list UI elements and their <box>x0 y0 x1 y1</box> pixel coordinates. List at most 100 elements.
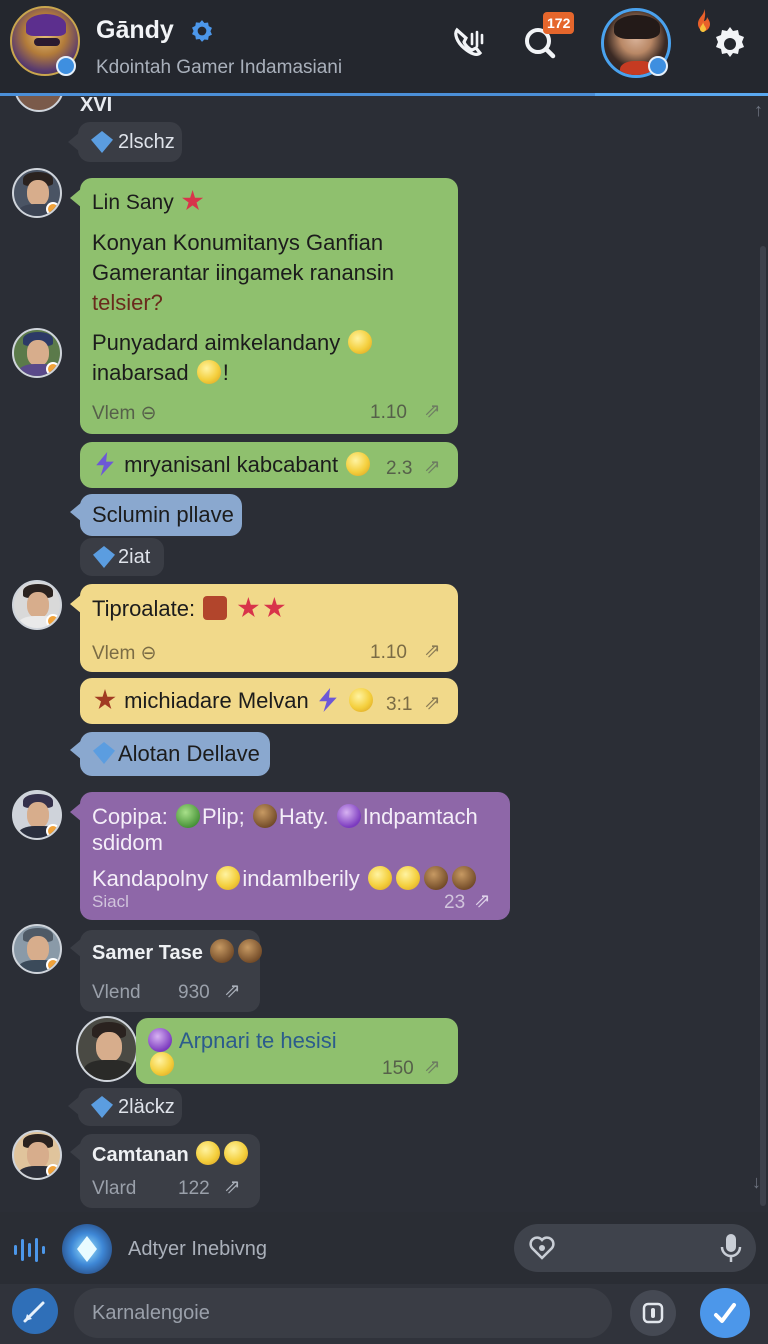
top-input-placeholder[interactable]: Adtyer Inebivng <box>128 1238 267 1261</box>
message-input-placeholder: Karnalengoie <box>92 1302 210 1324</box>
message-time: 3:1 <box>386 694 413 715</box>
avatar[interactable] <box>12 790 62 840</box>
message-bubble[interactable]: Sclumin pllave <box>80 494 242 536</box>
send-icon <box>714 1303 736 1323</box>
attach-button[interactable] <box>630 1290 676 1336</box>
message-time: 1.10 <box>370 642 407 663</box>
message-text: Camtanan <box>92 1140 250 1170</box>
orb-icon <box>148 1028 172 1052</box>
scrollbar[interactable] <box>760 246 766 1206</box>
system-message-text: 2lschz <box>118 131 175 153</box>
message-line: Konyan Konumitanys Ganfian <box>92 230 384 255</box>
message-bubble[interactable]: Camtanan Vlard 122 ⇗ <box>80 1134 260 1208</box>
message-line: Gamerantar iingamek ranansin <box>92 260 395 285</box>
message-status: Vlend <box>92 982 141 1003</box>
smile-emoji <box>367 866 392 890</box>
scroll-down-icon[interactable]: ↓ <box>752 1172 761 1193</box>
gem-icon <box>91 1096 113 1118</box>
face-emoji <box>238 939 263 963</box>
face-emoji <box>210 939 235 963</box>
message-status: Siacl <box>92 892 129 911</box>
chat-title[interactable]: Gāndy <box>96 16 174 45</box>
message-status: Vlard <box>92 1178 137 1199</box>
smile-emoji <box>346 452 371 476</box>
gem-icon <box>93 546 115 568</box>
message-text: Tiproalate: <box>92 594 287 624</box>
heart-icon[interactable] <box>528 1234 556 1262</box>
system-message: 2läckz <box>78 1088 182 1126</box>
avatar[interactable] <box>76 1016 138 1082</box>
chest-icon <box>203 596 228 620</box>
message-input[interactable]: Karnalengoie <box>74 1288 612 1338</box>
message-bubble[interactable]: Samer Tase Vlend 930 ⇗ <box>80 930 263 1012</box>
avatar[interactable] <box>12 328 62 378</box>
message-bubble[interactable]: mryanisanl kabcabant 2.3 ⇗ <box>80 442 458 488</box>
message-time: 2.3 <box>386 458 413 479</box>
sender-name: Lin Sany <box>92 188 206 218</box>
chat-header: Gāndy Kdointah Gamer Indamasiani 172 <box>0 0 768 96</box>
message-line: sdidom <box>92 830 163 855</box>
face-emoji <box>451 866 476 890</box>
avatar[interactable] <box>14 96 64 112</box>
system-message-text: 2läckz <box>118 1096 175 1118</box>
attachment-icon <box>642 1302 664 1324</box>
message-status: Vlem ⊖ <box>92 403 157 424</box>
message-line: telsier? <box>92 290 163 315</box>
composer: Adtyer Inebivng Karnalengoie <box>0 1212 768 1344</box>
audio-wave-icon[interactable] <box>12 1236 46 1264</box>
read-check-icon: ⇗ <box>424 692 441 714</box>
read-check-icon: ⇗ <box>424 400 441 422</box>
settings-icon[interactable] <box>710 24 750 64</box>
smile-emoji <box>349 688 374 712</box>
message-text: Sclumin pllave <box>92 502 234 527</box>
pen-icon <box>23 1301 45 1323</box>
message-bubble[interactable]: Lin Sany Konyan Konumitanys Ganfian Game… <box>80 178 458 434</box>
orb-icon <box>336 804 361 828</box>
message-line: Kandapolny indamlberily <box>92 864 478 894</box>
message-list[interactable]: ↑ ↓ XVI 2lschz Lin Sany Konyan Konumitan… <box>0 96 768 1212</box>
message-time: 930 <box>178 982 210 1003</box>
avatar[interactable] <box>12 924 62 974</box>
message-bubble[interactable]: Copipa: Plip; Haty. Indpamtach sdidom Ka… <box>80 792 510 920</box>
message-text: Samer Tase <box>92 938 264 968</box>
phone-icon[interactable] <box>448 22 488 62</box>
message-time: 122 <box>178 1178 210 1199</box>
scroll-up-icon[interactable]: ↑ <box>754 100 763 121</box>
smile-emoji <box>150 1052 174 1076</box>
compose-button[interactable] <box>12 1288 58 1334</box>
gem-icon <box>91 131 113 153</box>
read-check-icon: ⇗ <box>424 640 441 662</box>
message-time: 23 <box>444 892 466 913</box>
voice-input-pill[interactable] <box>514 1224 756 1272</box>
read-check-icon: ⇗ <box>474 890 491 912</box>
sticker-button[interactable] <box>62 1224 112 1274</box>
crystal-icon <box>77 1236 97 1262</box>
bolt-icon <box>96 452 114 476</box>
chat-subtitle: Kdointah Gamer Indamasiani <box>96 57 343 78</box>
message-text: Alotan Dellave <box>90 739 260 769</box>
star-icon <box>263 597 285 618</box>
message-text: mryanisanl kabcabant <box>92 450 372 480</box>
message-bubble[interactable]: Alotan Dellave <box>80 732 270 776</box>
system-message: 2iat <box>80 538 164 576</box>
message-bubble[interactable]: Tiproalate: Vlem ⊖ 1.10 ⇗ <box>80 584 458 672</box>
message-bubble[interactable]: Arpnari te hesisi 150 ⇗ <box>136 1018 458 1084</box>
star-icon <box>237 597 259 618</box>
sword-icon <box>252 804 277 828</box>
microphone-icon[interactable] <box>720 1232 742 1264</box>
avatar[interactable] <box>12 580 62 630</box>
avatar[interactable] <box>12 1130 62 1180</box>
message-text: Arpnari te hesisi <box>146 1026 337 1056</box>
smile-emoji <box>196 360 221 384</box>
smile-emoji <box>348 330 373 354</box>
send-button[interactable] <box>700 1288 750 1338</box>
system-message: 2lschz <box>78 122 182 162</box>
message-status: Vlem ⊖ <box>92 643 157 664</box>
read-check-icon: ⇗ <box>224 980 241 1002</box>
gem-icon <box>93 742 115 764</box>
message-bubble[interactable]: michiadare Melvan 3:1 ⇗ <box>80 678 458 724</box>
profile-verified-icon <box>648 56 668 76</box>
avatar[interactable] <box>12 168 62 218</box>
verified-gear-icon <box>192 20 212 42</box>
message-text: michiadare Melvan <box>92 686 375 716</box>
